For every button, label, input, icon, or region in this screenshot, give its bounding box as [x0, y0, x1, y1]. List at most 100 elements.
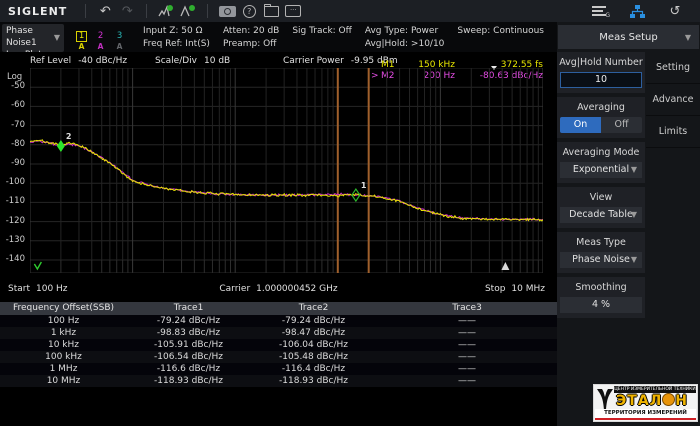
table-cell: —— [377, 315, 557, 327]
view-dropdown[interactable]: Decade Table▼ [560, 207, 642, 223]
table-cell: -118.93 dBc/Hz [250, 375, 377, 387]
table-cell: 100 Hz [0, 315, 127, 327]
setting-input-z: Input Z: 50 Ω [143, 25, 210, 38]
averaging-block: Averaging On Off [557, 97, 645, 138]
meas-type-dropdown[interactable]: Phase Noise▼ [560, 252, 642, 268]
carrier-value: 1.000000452 GHz [256, 284, 337, 294]
avg-hold-label: Avg|Hold Number [557, 56, 645, 69]
table-header-cell: Trace3 [377, 302, 557, 315]
y-axis-labels: Log -50-60-70-80-90-100-110-120-130-140 [0, 52, 26, 302]
measurement-select-dropdown[interactable]: Phase Noise1 Log Plot ▼ [2, 24, 64, 52]
sidebar-tabs: Setting Advance Limits [646, 52, 700, 148]
plot-marker-2[interactable] [57, 140, 65, 152]
tab-advance[interactable]: Advance [646, 84, 700, 116]
table-cell: -116.6 dBc/Hz [127, 363, 250, 375]
tab-limits[interactable]: Limits [646, 116, 700, 148]
table-cell: 10 MHz [0, 375, 127, 387]
table-cell: -79.24 dBc/Hz [250, 315, 377, 327]
setting-atten: Atten: 20 dB [223, 25, 279, 38]
watermark-top-text: ЦЕНТР ИЗМЕРИТЕЛЬНОЙ ТЕХНИКИ [614, 386, 696, 393]
table-header-cell: Frequency Offset(SSB) [0, 302, 127, 315]
smoothing-block: Smoothing 4 % [557, 277, 645, 318]
tab-setting[interactable]: Setting [646, 52, 700, 84]
help-icon[interactable]: ? [238, 2, 260, 20]
y-axis-tick-label: -130 [6, 235, 25, 245]
svg-text:2: 2 [66, 132, 72, 141]
trace-trace2 [30, 141, 543, 221]
measurement-settings-bar: Phase Noise1 Log Plot ▼ 1AA2AA3AA Input … [0, 22, 557, 52]
view-label: View [557, 191, 645, 204]
screenshot-camera-icon[interactable] [216, 2, 238, 20]
table-cell: -98.83 dBc/Hz [127, 327, 250, 339]
divider [85, 4, 86, 18]
svg-text:1: 1 [361, 181, 367, 190]
etalon-watermark-logo: ЦЕНТР ИЗМЕРИТЕЛЬНОЙ ТЕХНИКИ ЭТАЛН ТЕРРИТ… [593, 384, 698, 422]
table-cell: 1 MHz [0, 363, 127, 375]
averaging-on-button[interactable]: On [560, 117, 601, 133]
phase-noise-chart: Ref Level-40 dBc/Hz Scale/Div10 dB Carri… [0, 52, 557, 302]
y-axis-tick-label: -80 [11, 139, 25, 149]
reset-icon[interactable]: ↺ [664, 2, 686, 20]
table-cell: 1 kHz [0, 327, 127, 339]
redo-icon[interactable]: ↷ [116, 2, 138, 20]
table-cell: -98.47 dBc/Hz [250, 327, 377, 339]
y-axis-tick-label: -120 [6, 216, 25, 226]
chevron-down-icon: ▼ [631, 252, 637, 268]
table-cell: -118.93 dBc/Hz [127, 375, 250, 387]
table-cell: —— [377, 327, 557, 339]
carrier-label: Carrier [219, 284, 250, 294]
table-row: 1 MHz-116.6 dBc/Hz-116.4 dBc/Hz—— [0, 363, 557, 375]
y-axis-tick-label: -100 [6, 177, 25, 187]
file-folder-icon[interactable] [260, 2, 282, 20]
y-axis-tick-label: -70 [11, 120, 25, 130]
watermark-main-text: ЭТАЛН [616, 393, 688, 409]
globe-icon [662, 393, 675, 406]
averaging-off-button[interactable]: Off [601, 117, 642, 133]
decade-table-header: Frequency Offset(SSB)Trace1Trace2Trace3 [0, 302, 557, 315]
measurement-name: Phase Noise1 [6, 25, 60, 49]
view-block: View Decade Table▼ [557, 187, 645, 228]
sidebar-menu-title: Meas Setup [599, 32, 657, 43]
table-cell: -105.48 dBc/Hz [250, 351, 377, 363]
watermark-bottom-text: ТЕРРИТОРИЯ ИЗМЕРЕНИЙ [595, 409, 696, 420]
table-cell: -79.24 dBc/Hz [127, 315, 250, 327]
stop-label: Stop [485, 284, 505, 294]
ref-level-value: -40 dBc/Hz [78, 56, 127, 66]
table-cell: —— [377, 351, 557, 363]
sidebar-menu-dropdown[interactable]: Meas Setup ▼ [558, 25, 699, 49]
averaging-mode-block: Averaging Mode Exponential▼ [557, 142, 645, 183]
table-cell: —— [377, 363, 557, 375]
settings-readouts: Input Z: 50 ΩFreq Ref: Int(S) Atten: 20 … [143, 25, 557, 50]
x-axis-labels: Start100 Hz Carrier1.000000452 GHz Stop1… [0, 284, 557, 298]
setting-avg-hold: Avg|Hold: >10/10 [365, 38, 445, 51]
table-row: 100 Hz-79.24 dBc/Hz-79.24 dBc/Hz—— [0, 315, 557, 327]
carrier-power-label: Carrier Power [283, 56, 344, 66]
table-row: 1 kHz-98.83 dBc/Hz-98.47 dBc/Hz—— [0, 327, 557, 339]
smoothing-value-button[interactable]: 4 % [560, 297, 642, 313]
table-cell: 10 kHz [0, 339, 127, 351]
smoothing-label: Smoothing [557, 281, 645, 294]
check-icon [34, 262, 41, 269]
y-axis-tick-label: -110 [6, 196, 25, 206]
meas-setup-sidebar: Meas Setup ▼ Avg|Hold Number 10 Averagin… [557, 22, 700, 426]
table-header-cell: Trace2 [250, 302, 377, 315]
setting-preamp: Preamp: Off [223, 38, 279, 51]
undo-icon[interactable]: ↶ [94, 2, 116, 20]
menu-list-icon[interactable]: G [588, 2, 610, 20]
averaging-mode-dropdown[interactable]: Exponential▼ [560, 162, 642, 178]
meas-type-label: Meas Type [557, 236, 645, 249]
table-row: 10 MHz-118.93 dBc/Hz-118.93 dBc/Hz—— [0, 375, 557, 387]
message-icon[interactable]: ··· [282, 2, 304, 20]
table-cell: -116.4 dBc/Hz [250, 363, 377, 375]
plot-area[interactable]: 21 [30, 68, 543, 273]
peak-marker-icon[interactable] [155, 2, 177, 20]
brand-logo: SIGLENT [8, 5, 67, 18]
network-lan-icon[interactable] [626, 2, 648, 20]
table-cell: -106.54 dBc/Hz [127, 351, 250, 363]
phase-noise-analyzer-app: SIGLENT ↶ ↷ ? ··· G ↺ Phase Noise1 Log P… [0, 0, 700, 426]
ref-level-label: Ref Level [30, 56, 71, 66]
y-axis-tick-label: -60 [11, 100, 25, 110]
avg-hold-number-input[interactable]: 10 [560, 72, 642, 88]
peak-search-icon[interactable] [177, 2, 199, 20]
meas-type-block: Meas Type Phase Noise▼ [557, 232, 645, 273]
